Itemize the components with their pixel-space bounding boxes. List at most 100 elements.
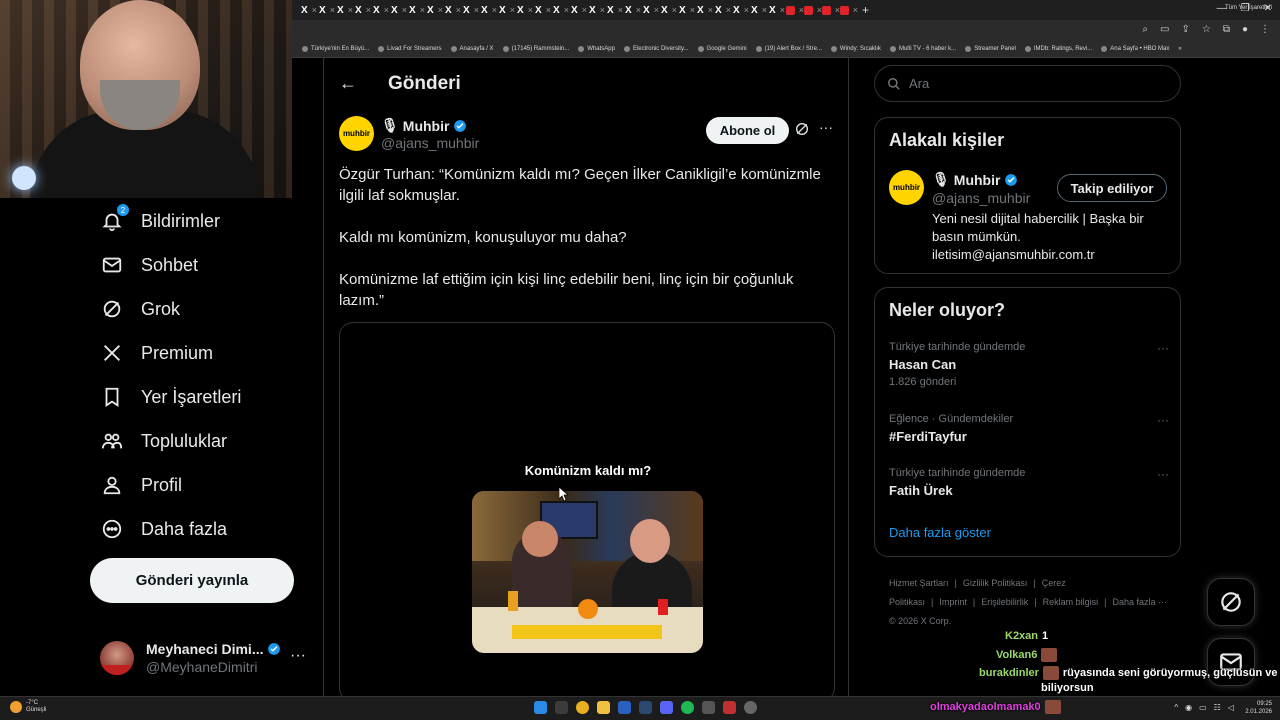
post-more-icon[interactable]: ···	[819, 119, 833, 135]
discord-icon[interactable]	[660, 701, 673, 714]
browser-tab-x[interactable]	[768, 3, 786, 17]
nav-grok[interactable]: Grok	[100, 294, 180, 324]
account-more-icon[interactable]: ···	[290, 647, 306, 665]
footer-link[interactable]: Gizlilik Politikası	[963, 578, 1028, 588]
nav-profile[interactable]: Profil	[100, 470, 182, 500]
volume-icon[interactable]: ◁	[1228, 703, 1234, 712]
grok-floating-button[interactable]	[1207, 578, 1255, 626]
bookmark-item[interactable]: (17145) Rammstein...	[502, 46, 569, 52]
app-icon[interactable]	[723, 701, 736, 714]
nav-bookmarks[interactable]: Yer İşaretleri	[100, 382, 241, 412]
spotify-icon[interactable]	[681, 701, 694, 714]
browser-tab-x[interactable]	[642, 3, 660, 17]
browser-tab-x[interactable]	[372, 3, 390, 17]
bookmark-item[interactable]: Google Gemini	[697, 46, 747, 52]
browser-tab-x[interactable]	[714, 3, 732, 17]
search-taskbar-icon[interactable]	[555, 701, 568, 714]
browser-tab-x[interactable]	[444, 3, 462, 17]
clock[interactable]: 09:25 2.01.2026	[1245, 700, 1272, 716]
browser-tab-x[interactable]	[534, 3, 552, 17]
bookmark-item[interactable]: Ana Sayfa • HBO Max	[1101, 46, 1169, 52]
browser-tab-x[interactable]	[390, 3, 408, 17]
browser-tab-x[interactable]	[606, 3, 624, 17]
show-more-link[interactable]: Daha fazla göster	[889, 525, 991, 540]
bookmark-item[interactable]: Livad For Streamers	[378, 46, 442, 52]
star-icon[interactable]: ☆	[1202, 24, 1211, 35]
browser-tab-x[interactable]	[750, 3, 768, 17]
trend-more-icon[interactable]: ···	[1157, 413, 1169, 427]
nav-more[interactable]: Daha fazla	[100, 514, 227, 544]
tray-chevron-icon[interactable]: ^	[1174, 703, 1178, 712]
obs-icon[interactable]	[618, 701, 631, 714]
author-handle[interactable]: @ajans_muhbir	[381, 135, 479, 151]
author-avatar[interactable]: muhbir	[339, 116, 374, 151]
browser-tab-youtube[interactable]	[786, 3, 804, 17]
related-name-row[interactable]: 🎙 Muhbir	[932, 171, 1018, 188]
network-icon[interactable]: ☷	[1214, 703, 1221, 712]
trend-item[interactable]: Türkiye tarihinde gündemde Hasan Can 1.8…	[889, 341, 1169, 388]
browser-tab-x[interactable]	[624, 3, 642, 17]
post-button[interactable]: Gönderi yayınla	[90, 558, 294, 603]
following-button[interactable]: Takip ediliyor	[1057, 174, 1167, 202]
app-icon[interactable]	[744, 701, 757, 714]
post-media[interactable]: Komünizm kaldı mı?	[339, 322, 835, 702]
trend-more-icon[interactable]: ···	[1157, 467, 1169, 481]
bookmark-item[interactable]: Multi TV - 6 haber k...	[889, 46, 956, 52]
bookmark-item[interactable]: IMDb: Ratings, Revi...	[1024, 46, 1092, 52]
bookmark-item[interactable]: Windy: Sıcaklık	[830, 46, 881, 52]
browser-tab-x[interactable]	[426, 3, 444, 17]
start-icon[interactable]	[534, 701, 547, 714]
browser-tab-x[interactable]	[678, 3, 696, 17]
browser-tab-youtube[interactable]	[804, 3, 822, 17]
bookmark-item[interactable]: Electronic Diversity...	[623, 46, 689, 52]
trend-item[interactable]: Eğlence · Gündemdekiler #FerdiTayfur ···	[889, 413, 1169, 444]
grok-icon[interactable]	[794, 121, 810, 142]
browser-tab-x[interactable]	[408, 3, 426, 17]
extensions-icon[interactable]: ⧉	[1223, 24, 1230, 35]
app-icon[interactable]	[702, 701, 715, 714]
browser-tab-x[interactable]	[300, 3, 318, 17]
bookmarks-overflow-icon[interactable]: »	[1178, 46, 1181, 52]
chrome-icon[interactable]	[576, 701, 589, 714]
nav-premium[interactable]: Premium	[100, 338, 213, 368]
footer-link[interactable]: Imprint	[939, 597, 967, 607]
weather-widget[interactable]: -7°C Güneşli	[10, 700, 46, 714]
footer-link[interactable]: Erişilebilirlik	[981, 597, 1028, 607]
search-box[interactable]: Ara	[874, 65, 1181, 102]
browser-tab-x[interactable]	[696, 3, 714, 17]
browser-tab-x[interactable]	[588, 3, 606, 17]
browser-menu-icon[interactable]: ⋮	[1260, 24, 1270, 35]
subscribe-button[interactable]: Abone ol	[706, 117, 789, 144]
nav-communities[interactable]: Topluluklar	[100, 426, 227, 456]
bookmark-item[interactable]: Türkiye'nin En Büyü...	[302, 46, 369, 52]
author-name-row[interactable]: 🎙 Muhbir	[381, 117, 467, 134]
display-icon[interactable]: ▭	[1199, 703, 1207, 712]
browser-tab-x[interactable]	[570, 3, 588, 17]
account-switcher[interactable]: Meyhaneci Dimi... @MeyhaneDimitri ···	[100, 636, 320, 680]
tray-app-icon[interactable]: ◉	[1185, 703, 1192, 712]
browser-tab-x[interactable]	[462, 3, 480, 17]
video-thumbnail[interactable]	[472, 491, 703, 653]
browser-tab-x[interactable]	[552, 3, 570, 17]
browser-tab-youtube[interactable]	[840, 3, 858, 17]
nav-notifications[interactable]: 2 Bildirimler	[100, 203, 220, 236]
all-bookmarks[interactable]: Tüm Yer İşaretleri	[1225, 5, 1272, 11]
bookmark-item[interactable]: (19) Alert Box / Stre...	[755, 46, 822, 52]
browser-tab-x[interactable]	[516, 3, 534, 17]
address-bar[interactable]: ⌕ ▭ ⇪ ☆ ⧉ ● ⋮	[292, 20, 1280, 41]
trend-item[interactable]: Türkiye tarihinde gündemde Fatih Ürek ··…	[889, 467, 1169, 498]
browser-tab-x[interactable]	[336, 3, 354, 17]
bookmark-item[interactable]: Anasayfa / X	[450, 46, 494, 52]
related-avatar[interactable]: muhbir	[889, 170, 924, 205]
steam-icon[interactable]	[639, 701, 652, 714]
profile-icon[interactable]: ●	[1242, 24, 1248, 35]
browser-tab-youtube[interactable]	[822, 3, 840, 17]
footer-link[interactable]: Hizmet Şartları	[889, 578, 949, 588]
footer-link[interactable]: Reklam bilgisi	[1043, 597, 1099, 607]
browser-tab-x[interactable]	[660, 3, 678, 17]
related-handle[interactable]: @ajans_muhbir	[932, 190, 1030, 206]
cast-icon[interactable]: ▭	[1160, 24, 1169, 35]
new-tab-icon[interactable]: +	[862, 3, 869, 17]
browser-tab-x[interactable]	[480, 3, 498, 17]
zoom-icon[interactable]: ⌕	[1142, 24, 1148, 35]
